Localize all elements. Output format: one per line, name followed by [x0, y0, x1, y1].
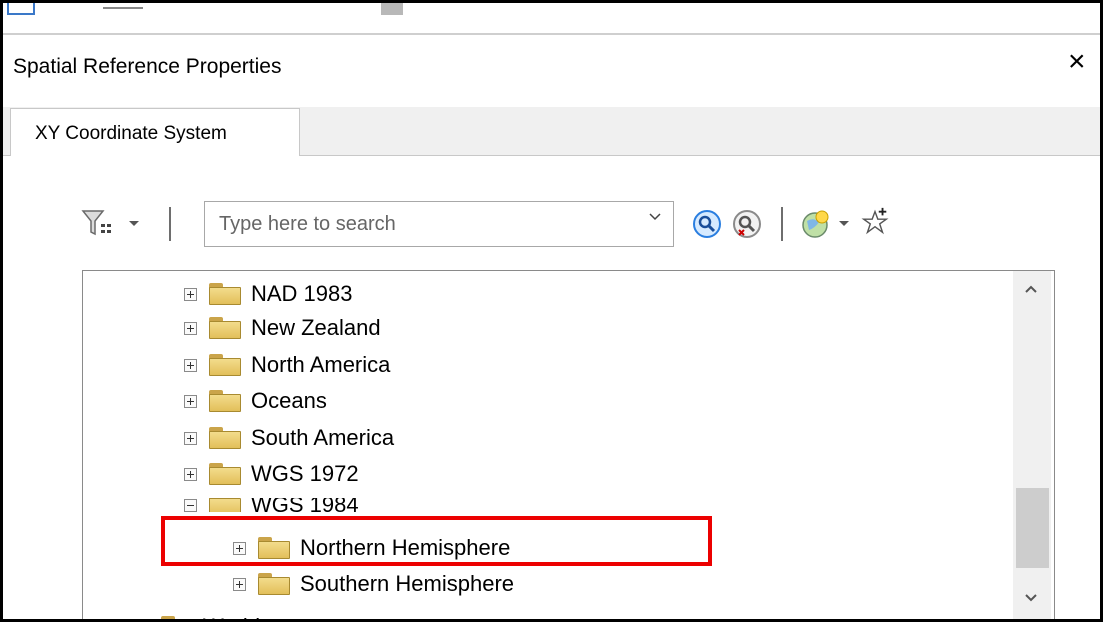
expand-icon[interactable] [233, 577, 246, 591]
tree-item-south-america[interactable]: South America [184, 421, 394, 455]
add-favorite-icon[interactable] [859, 206, 891, 238]
folder-icon [161, 616, 193, 619]
toolbar-separator [169, 207, 171, 241]
window-icon [7, 3, 35, 15]
tree-item-wgs-1972[interactable]: WGS 1972 [184, 457, 359, 491]
expand-icon[interactable] [184, 467, 197, 481]
collapse-icon[interactable] [184, 498, 197, 512]
tree-item-label: Oceans [251, 388, 327, 413]
tree-item-label: World [203, 614, 260, 619]
clear-search-icon[interactable] [731, 208, 763, 240]
folder-icon [209, 427, 241, 449]
tree-item-label: WGS 1984 [251, 498, 359, 512]
tree-item-world[interactable]: World [136, 610, 260, 619]
expand-icon[interactable] [184, 394, 197, 408]
folder-icon [209, 283, 241, 305]
tree-item-southern-hemisphere[interactable]: Southern Hemisphere [233, 567, 514, 601]
chevron-down-icon[interactable] [649, 211, 661, 223]
filter-dropdown-icon[interactable] [127, 217, 141, 229]
expand-icon[interactable] [184, 287, 197, 301]
folder-open-icon [209, 498, 241, 512]
dialog-title: Spatial Reference Properties [13, 55, 282, 78]
highlight-box [161, 516, 712, 566]
globe-icon[interactable] [799, 208, 831, 240]
tab-xy-coordinate-system[interactable]: XY Coordinate System [10, 108, 300, 156]
tree-item-north-america[interactable]: North America [184, 348, 390, 382]
tree-item-wgs-1984-clip: WGS 1984 [183, 498, 583, 512]
tree-item-label: NAD 1983 [251, 281, 353, 306]
toolbar-icon [381, 3, 403, 15]
tree-item-label: WGS 1972 [251, 461, 359, 486]
search-icon[interactable] [691, 208, 723, 240]
tree-item-world-clip: World [135, 610, 535, 619]
tree-item-nad-1983[interactable]: NAD 1983 [184, 277, 353, 311]
folder-icon [209, 463, 241, 485]
expand-icon[interactable] [184, 321, 197, 335]
tree-item-new-zealand[interactable]: New Zealand [184, 311, 381, 345]
filter-icon[interactable] [81, 208, 121, 240]
tab-label: XY Coordinate System [35, 123, 227, 144]
tree-item-label: New Zealand [251, 315, 381, 340]
folder-icon [258, 573, 290, 595]
close-icon[interactable]: × [1068, 47, 1086, 77]
scroll-down-icon[interactable] [1024, 593, 1038, 603]
scroll-up-icon[interactable] [1024, 284, 1038, 294]
globe-dropdown-icon[interactable] [837, 217, 851, 229]
divider [103, 7, 143, 9]
vertical-scrollbar[interactable] [1013, 271, 1051, 619]
folder-icon [209, 354, 241, 376]
folder-icon [209, 390, 241, 412]
expand-icon[interactable] [184, 431, 197, 445]
tree-item-label: North America [251, 352, 391, 377]
parent-window-strip [3, 3, 1100, 35]
search-input[interactable] [219, 210, 619, 238]
scrollbar-thumb[interactable] [1016, 488, 1049, 568]
toolbar-separator [781, 207, 783, 241]
expand-icon[interactable] [184, 358, 197, 372]
folder-icon [209, 317, 241, 339]
tree-item-oceans[interactable]: Oceans [184, 384, 327, 418]
tree-item-label: South America [251, 425, 395, 450]
tree-item-label: Southern Hemisphere [300, 571, 515, 596]
dialog-window: Spatial Reference Properties × XY Coordi… [0, 0, 1103, 622]
tree-item-wgs-1984[interactable]: WGS 1984 [184, 498, 359, 512]
search-field[interactable] [204, 201, 674, 247]
